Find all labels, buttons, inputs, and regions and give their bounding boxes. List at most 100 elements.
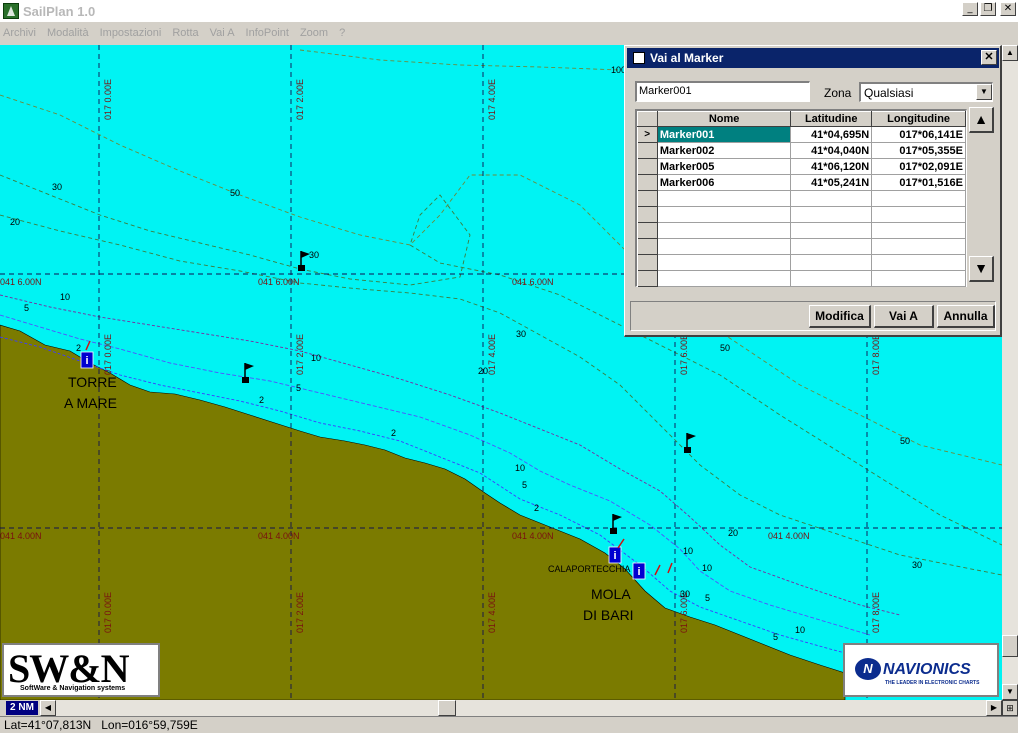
menu-modalita[interactable]: Modalità <box>47 27 89 39</box>
marker-longitude[interactable]: 017*05,355E <box>871 142 966 159</box>
vertical-scrollbar[interactable]: ▲ ▼ <box>1002 45 1018 700</box>
marker-latitude[interactable]: 41*05,241N <box>790 174 873 191</box>
marker-latitude[interactable]: 41*04,695N <box>790 126 873 143</box>
info-point-icon[interactable]: i <box>608 546 622 564</box>
menu-vai-a[interactable]: Vai A <box>210 27 235 39</box>
scroll-up-arrow-icon[interactable]: ▲ <box>1002 45 1018 61</box>
place-mola-line1: MOLA <box>591 586 631 602</box>
depth-label: 5 <box>705 593 710 603</box>
depth-label: 5 <box>522 480 527 490</box>
depth-label: 50 <box>230 188 240 198</box>
close-button[interactable]: ✕ <box>1000 2 1016 16</box>
marker-longitude[interactable]: 017*01,516E <box>871 174 966 191</box>
marker-flag-icon[interactable] <box>242 363 254 383</box>
lon-label: 017 4.00E <box>487 334 497 375</box>
scroll-left-arrow-icon[interactable]: ◀ <box>40 700 56 716</box>
empty-row <box>637 238 966 255</box>
lat-label: 041 4.00N <box>0 531 42 541</box>
menu-impostazioni[interactable]: Impostazioni <box>100 27 162 39</box>
minimize-button[interactable]: _ <box>962 2 978 16</box>
depth-label: 30 <box>516 329 526 339</box>
empty-row <box>637 206 966 223</box>
column-header-longitudine[interactable]: Longitudine <box>871 111 966 127</box>
move-up-button[interactable]: ▲ <box>969 107 994 133</box>
marker-name[interactable]: Marker006 <box>657 174 792 191</box>
row-indicator <box>637 158 658 175</box>
menu-infopoint[interactable]: InfoPoint <box>246 27 289 39</box>
marker-name[interactable]: Marker002 <box>657 142 792 159</box>
lon-label: 017 2.00E <box>295 79 305 120</box>
column-header-nome[interactable]: Nome <box>656 111 792 127</box>
depth-label: 30 <box>912 560 922 570</box>
lon-label: 017 0.00E <box>103 79 113 120</box>
empty-row <box>637 190 966 207</box>
app-window: SailPlan 1.0 _ ❐ ✕ Archivi Modalità Impo… <box>0 0 1018 733</box>
lon-label: 017 6.00E <box>679 334 689 375</box>
navionics-name: NAVIONICS <box>883 661 971 678</box>
menu-archivi[interactable]: Archivi <box>3 27 36 39</box>
marker-latitude[interactable]: 41*06,120N <box>790 158 873 175</box>
modifica-button[interactable]: Modifica <box>809 305 871 328</box>
depth-label: 10 <box>60 292 70 302</box>
marker-latitude[interactable]: 41*04,040N <box>790 142 873 159</box>
marker-longitude[interactable]: 017*06,141E <box>871 126 966 143</box>
depth-label: 30 <box>309 250 319 260</box>
navionics-logo: N NAVIONICS THE LEADER IN ELECTRONIC CHA… <box>843 643 999 697</box>
navionics-mark-icon: N <box>855 658 881 680</box>
depth-label: 10 <box>702 563 712 573</box>
vertical-scroll-thumb[interactable] <box>1002 635 1018 657</box>
table-row[interactable]: > Marker001 41*04,695N 017*06,141E <box>637 126 966 143</box>
lat-label: 041 4.00N <box>258 531 300 541</box>
zona-label: Zona <box>824 86 852 100</box>
marker-flag-icon[interactable] <box>610 514 622 534</box>
menu-help[interactable]: ? <box>339 27 345 39</box>
scroll-down-arrow-icon[interactable]: ▼ <box>1002 684 1018 700</box>
marker-longitude[interactable]: 017*02,091E <box>871 158 966 175</box>
empty-row <box>637 222 966 239</box>
marker-table: Nome Latitudine Longitudine > Marker001 … <box>635 109 967 287</box>
marker-search-input[interactable]: Marker001 <box>635 81 810 102</box>
scroll-right-arrow-icon[interactable]: ▶ <box>986 700 1002 716</box>
restore-button[interactable]: ❐ <box>980 2 996 16</box>
dialog-title-bar: Vai al Marker <box>627 48 999 68</box>
info-point-icon[interactable]: i <box>80 351 94 369</box>
contour-100 <box>299 49 621 71</box>
corner-grid-icon[interactable]: ⊞ <box>1002 700 1018 716</box>
depth-label: 2 <box>76 343 81 353</box>
lat-label: 041 6.00N <box>0 277 42 287</box>
hazard-mark <box>667 562 673 574</box>
svg-text:i: i <box>637 566 640 578</box>
table-row[interactable]: Marker005 41*06,120N 017*02,091E <box>637 158 966 175</box>
empty-row <box>637 254 966 271</box>
lat-label: 041 6.00N <box>258 277 300 287</box>
horizontal-scroll-thumb[interactable] <box>438 700 456 716</box>
annulla-button[interactable]: Annulla <box>937 305 995 328</box>
horizontal-scrollbar[interactable]: ◀ ▶ <box>40 700 1002 716</box>
status-lon: Lon=016°59,759E <box>101 718 198 732</box>
chevron-down-icon[interactable]: ▼ <box>976 84 992 100</box>
move-down-button[interactable]: ▼ <box>969 256 994 282</box>
depth-label: 10 <box>515 463 525 473</box>
info-point-icon[interactable]: i <box>632 562 646 580</box>
lon-label: 017 2.00E <box>295 592 305 633</box>
zona-select[interactable]: Qualsiasi ▼ <box>859 82 993 102</box>
lat-label: 041 4.00N <box>768 531 810 541</box>
depth-label: 5 <box>24 303 29 313</box>
marker-flag-icon[interactable] <box>684 433 696 453</box>
window-controls: _ ❐ ✕ <box>962 2 1016 16</box>
svg-text:i: i <box>613 550 616 562</box>
depth-label: 20 <box>10 217 20 227</box>
vai-a-button[interactable]: Vai A <box>874 305 934 328</box>
menu-zoom[interactable]: Zoom <box>300 27 328 39</box>
marker-flag-icon[interactable] <box>298 251 310 271</box>
marker-name[interactable]: Marker001 <box>657 126 792 143</box>
table-row[interactable]: Marker002 41*04,040N 017*05,355E <box>637 142 966 159</box>
table-row[interactable]: Marker006 41*05,241N 017*01,516E <box>637 174 966 191</box>
status-bar: Lat=41°07,813N Lon=016°59,759E <box>0 716 1018 733</box>
depth-label: 50 <box>720 343 730 353</box>
column-header-latitudine[interactable]: Latitudine <box>790 111 873 127</box>
dialog-close-button[interactable]: ✕ <box>981 50 997 65</box>
depth-label: 20 <box>478 366 488 376</box>
marker-name[interactable]: Marker005 <box>657 158 792 175</box>
menu-rotta[interactable]: Rotta <box>172 27 198 39</box>
